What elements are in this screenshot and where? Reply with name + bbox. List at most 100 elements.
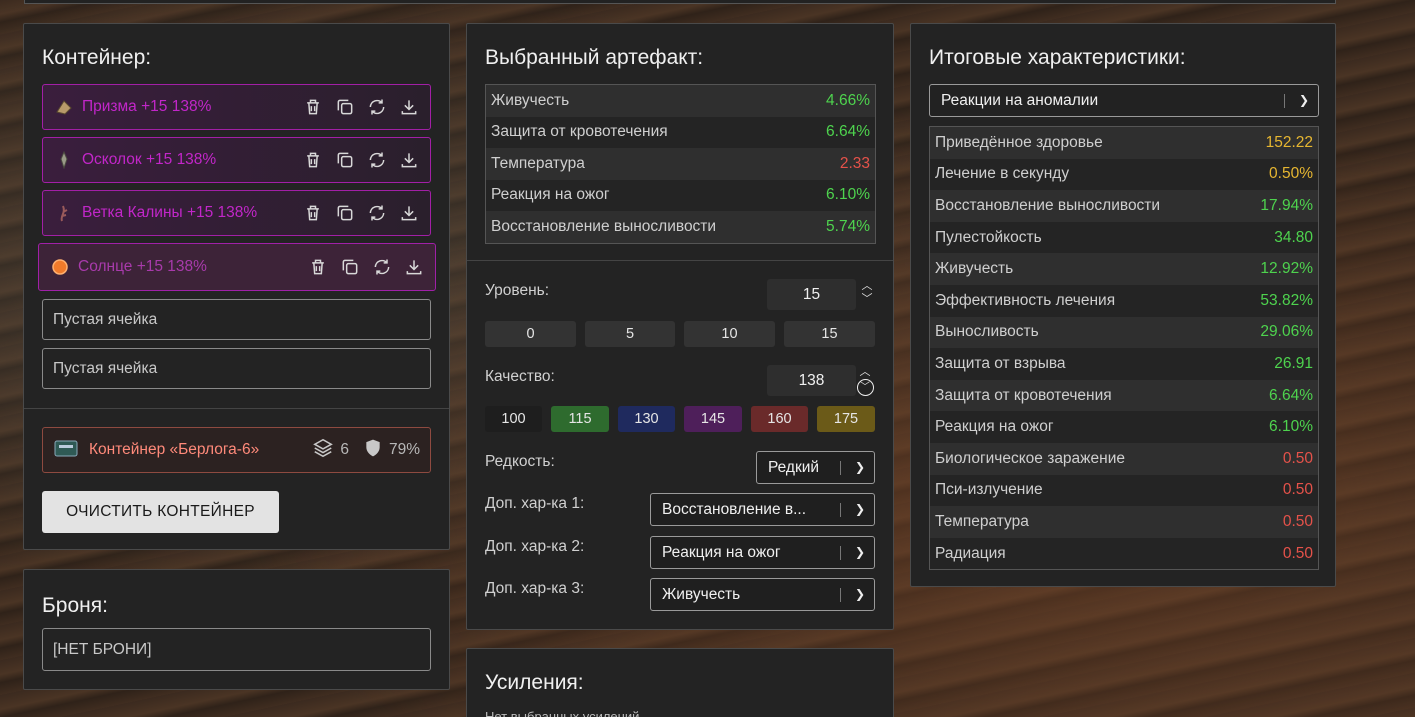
level-preset-button[interactable]: 10 bbox=[684, 321, 775, 347]
quality-preset-button[interactable]: 130 bbox=[618, 406, 675, 432]
rarity-label: Редкость: bbox=[485, 453, 555, 470]
level-preset-button[interactable]: 0 bbox=[485, 321, 576, 347]
artifact-slot[interactable]: Осколок +15 138% bbox=[42, 137, 431, 183]
stat-value: 6.64% bbox=[826, 123, 870, 141]
stat-row: Восстановление выносливости 17.94% bbox=[930, 190, 1318, 222]
quality-stepper[interactable]: ︿ ﹀ bbox=[856, 366, 874, 396]
stat-value: 34.80 bbox=[1274, 228, 1313, 246]
download-icon[interactable] bbox=[398, 202, 420, 224]
divider bbox=[24, 408, 449, 409]
stat-row: Радиация 0.50 bbox=[930, 537, 1318, 570]
copy-icon[interactable] bbox=[334, 96, 356, 118]
download-icon[interactable] bbox=[398, 96, 420, 118]
extra3-select[interactable]: Живучесть ❯ bbox=[650, 578, 875, 611]
quality-preset-button[interactable]: 115 bbox=[551, 406, 609, 432]
stat-name: Реакция на ожог bbox=[491, 186, 610, 204]
extra3-value: Живучесть bbox=[662, 586, 741, 603]
quality-preset-button[interactable]: 160 bbox=[751, 406, 808, 432]
chevron-down-icon[interactable]: ﹀ bbox=[862, 293, 873, 306]
chevron-up-icon[interactable]: ︿ bbox=[862, 280, 873, 293]
refresh-icon[interactable] bbox=[371, 256, 393, 278]
level-preset-button[interactable]: 5 bbox=[585, 321, 675, 347]
level-input[interactable]: 15 bbox=[767, 279, 856, 310]
totals-title: Итоговые характеристики: bbox=[929, 46, 1186, 69]
artifact-panel: Выбранный артефакт: Живучесть 4.66% Защит… bbox=[466, 23, 894, 630]
artifact-slot-selected[interactable]: Солнце +15 138% bbox=[38, 243, 436, 291]
quality-preset-button[interactable]: 175 bbox=[817, 406, 875, 432]
trash-icon[interactable] bbox=[302, 149, 324, 171]
stat-value: 0.50 bbox=[1282, 512, 1313, 530]
level-preset-button[interactable]: 15 bbox=[784, 321, 875, 347]
extra1-select[interactable]: Восстановление в... ❯ bbox=[650, 493, 875, 526]
copy-icon[interactable] bbox=[334, 202, 356, 224]
stat-value: 0.50 bbox=[1282, 544, 1313, 562]
quality-input[interactable]: 138 bbox=[767, 365, 856, 396]
totals-filter-select[interactable]: Реакции на аномалии ❯ bbox=[929, 84, 1319, 117]
rarity-select[interactable]: Редкий ❯ bbox=[756, 451, 875, 484]
refresh-icon[interactable] bbox=[366, 96, 388, 118]
refresh-icon[interactable] bbox=[366, 149, 388, 171]
extra1-value: Восстановление в... bbox=[662, 501, 807, 518]
stat-row: Лечение в секунду 0.50% bbox=[930, 158, 1318, 191]
stat-row: Живучесть 12.92% bbox=[930, 253, 1318, 285]
artifact-slot[interactable]: Ветка Калины +15 138% bbox=[42, 190, 431, 236]
extra3-label: Доп. хар-ка 3: bbox=[485, 580, 585, 597]
container-title: Контейнер: bbox=[42, 46, 152, 69]
extra2-label: Доп. хар-ка 2: bbox=[485, 538, 585, 555]
stat-name: Защита от кровотечения bbox=[935, 386, 1112, 404]
stat-row: Пси-излучение 0.50 bbox=[930, 474, 1318, 507]
branch-artifact-icon bbox=[55, 204, 73, 222]
stat-name: Температура bbox=[491, 154, 585, 172]
slot-label: Призма +15 138% bbox=[82, 98, 212, 115]
stat-row: Восстановление выносливости 5.74% bbox=[486, 211, 875, 243]
stat-row: Биологическое заражение 0.50 bbox=[930, 442, 1318, 475]
slot-label: Солнце +15 138% bbox=[78, 258, 207, 275]
armor-select[interactable]: [НЕТ БРОНИ] bbox=[42, 628, 431, 671]
stat-name: Пси-излучение bbox=[935, 481, 1043, 499]
artifact-slot[interactable]: Призма +15 138% bbox=[42, 84, 431, 130]
extra1-label: Доп. хар-ка 1: bbox=[485, 495, 585, 512]
trash-icon[interactable] bbox=[302, 96, 324, 118]
stat-row: Приведённое здоровье 152.22 bbox=[930, 127, 1318, 159]
divider bbox=[467, 260, 893, 261]
chevron-down-circle-icon[interactable]: ﹀ bbox=[856, 379, 874, 396]
stat-row: Защита от кровотечения 6.64% bbox=[930, 379, 1318, 412]
empty-slot[interactable]: Пустая ячейка bbox=[42, 348, 431, 389]
stat-name: Реакция на ожог bbox=[935, 418, 1054, 436]
totals-panel: Итоговые характеристики: Реакции на аном… bbox=[910, 23, 1336, 587]
download-icon[interactable] bbox=[398, 149, 420, 171]
download-icon[interactable] bbox=[403, 256, 425, 278]
stat-row: Пулестойкость 34.80 bbox=[930, 221, 1318, 254]
stat-value: 12.92% bbox=[1260, 260, 1313, 278]
stat-value: 29.06% bbox=[1260, 323, 1313, 341]
stat-name: Живучесть bbox=[935, 260, 1014, 278]
trash-icon[interactable] bbox=[307, 256, 329, 278]
clear-container-button[interactable]: ОЧИСТИТЬ КОНТЕЙНЕР bbox=[42, 491, 279, 533]
level-stepper[interactable]: ︿ ﹀ bbox=[860, 280, 874, 306]
refresh-icon[interactable] bbox=[366, 202, 388, 224]
copy-icon[interactable] bbox=[334, 149, 356, 171]
container-box[interactable]: Контейнер «Берлога-6» 6 79% bbox=[42, 427, 431, 473]
stat-name: Защита от кровотечения bbox=[491, 123, 668, 141]
container-protection: 79% bbox=[388, 441, 420, 458]
quality-preset-button[interactable]: 145 bbox=[684, 406, 742, 432]
stat-value: 0.50% bbox=[1269, 165, 1313, 183]
layers-icon bbox=[312, 437, 334, 464]
copy-icon[interactable] bbox=[339, 256, 361, 278]
chevron-down-icon: ❯ bbox=[1298, 93, 1309, 107]
quality-preset-button[interactable]: 100 bbox=[485, 406, 542, 432]
boosts-panel: Усиления: Нет выбранных усилений bbox=[466, 648, 894, 717]
shard-artifact-icon bbox=[55, 150, 73, 170]
chevron-up-icon[interactable]: ︿ bbox=[860, 366, 871, 379]
trash-icon[interactable] bbox=[302, 202, 324, 224]
extra2-select[interactable]: Реакция на ожог ❯ bbox=[650, 536, 875, 569]
empty-slot[interactable]: Пустая ячейка bbox=[42, 299, 431, 340]
top-bar bbox=[24, 0, 1336, 4]
prism-artifact-icon bbox=[55, 98, 73, 116]
stat-value: 17.94% bbox=[1260, 196, 1313, 214]
stat-name: Лечение в секунду bbox=[935, 165, 1070, 183]
stat-row: Выносливость 29.06% bbox=[930, 316, 1318, 349]
boosts-title: Усиления: bbox=[485, 671, 584, 694]
stat-value: 152.22 bbox=[1265, 133, 1313, 151]
stat-value: 53.82% bbox=[1260, 291, 1313, 309]
